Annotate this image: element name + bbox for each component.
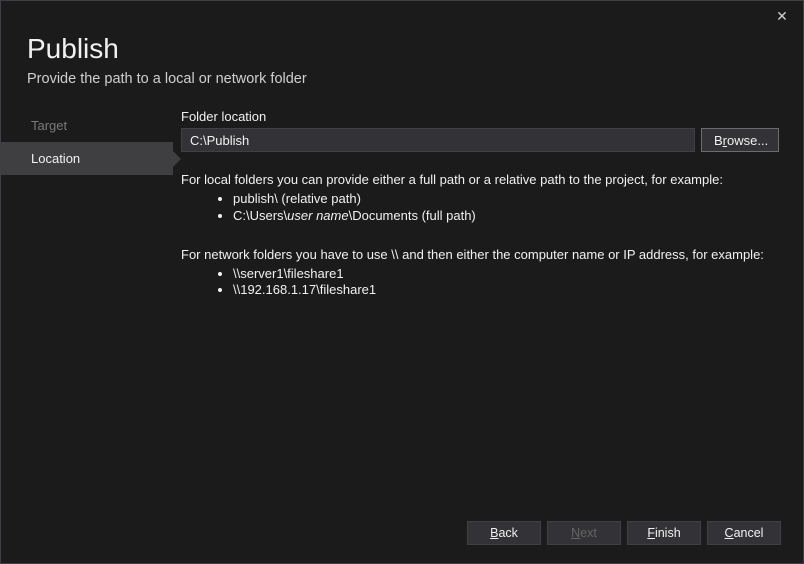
page-title: Publish bbox=[27, 33, 803, 65]
wizard-buttons: Back Next Finish Cancel bbox=[467, 521, 781, 545]
help-example-relative: publish\ (relative path) bbox=[233, 191, 779, 208]
step-label: Location bbox=[31, 151, 80, 166]
close-icon[interactable]: ✕ bbox=[769, 5, 795, 27]
step-location[interactable]: Location bbox=[1, 142, 173, 175]
page-subtitle: Provide the path to a local or network f… bbox=[27, 71, 803, 87]
finish-button[interactable]: Finish bbox=[627, 521, 701, 545]
next-button: Next bbox=[547, 521, 621, 545]
content-panel: Folder location Browse... For local fold… bbox=[173, 109, 803, 309]
help-text: For local folders you can provide either… bbox=[181, 172, 779, 299]
folder-location-input[interactable] bbox=[181, 128, 695, 152]
help-network-intro: For network folders you have to use \\ a… bbox=[181, 247, 779, 264]
cancel-button[interactable]: Cancel bbox=[707, 521, 781, 545]
help-example-server: \\server1\fileshare1 bbox=[233, 266, 779, 283]
browse-button[interactable]: Browse... bbox=[701, 128, 779, 152]
step-label: Target bbox=[31, 118, 67, 133]
help-example-ip: \\192.168.1.17\fileshare1 bbox=[233, 282, 779, 299]
step-target: Target bbox=[1, 109, 173, 142]
back-button[interactable]: Back bbox=[467, 521, 541, 545]
wizard-steps: Target Location bbox=[1, 109, 173, 309]
folder-location-label: Folder location bbox=[181, 109, 779, 124]
help-local-intro: For local folders you can provide either… bbox=[181, 172, 779, 189]
help-example-fullpath: C:\Users\user name\Documents (full path) bbox=[233, 208, 779, 225]
dialog-header: Publish Provide the path to a local or n… bbox=[1, 1, 803, 87]
